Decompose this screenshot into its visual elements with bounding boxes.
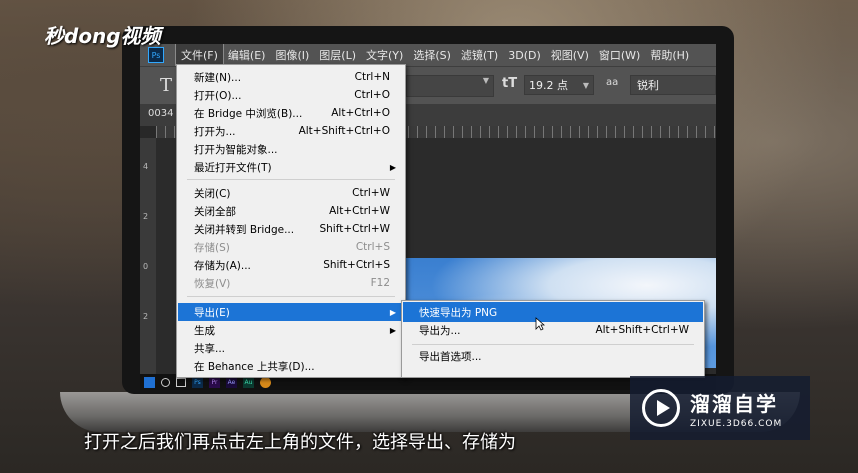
menu-item-export-preferences[interactable]: 导出首选项... xyxy=(403,346,703,366)
antialias-icon: aa xyxy=(606,77,619,88)
chevron-right-icon: ▶ xyxy=(389,307,396,317)
menu-item-browse-bridge[interactable]: 在 Bridge 中浏览(B)... Alt+Ctrl+O xyxy=(178,104,404,122)
menu-item-close-all[interactable]: 关闭全部 Alt+Ctrl+W xyxy=(178,202,404,220)
menu-file[interactable]: 文件(F) xyxy=(175,44,224,67)
font-size-icon: tT xyxy=(502,76,518,91)
play-icon xyxy=(642,389,680,427)
menu-item-share-behance[interactable]: 在 Behance 上共享(D)... xyxy=(178,357,404,375)
menu-item-export[interactable]: 导出(E) ▶ xyxy=(178,303,404,321)
ruler-number: 2 xyxy=(143,312,149,321)
menu-help[interactable]: 帮助(H) xyxy=(645,44,694,66)
photoshop-icon[interactable]: Ps xyxy=(192,376,203,388)
menu-separator xyxy=(187,179,395,180)
menu-item-export-as[interactable]: 导出为... Alt+Shift+Ctrl+W xyxy=(403,320,703,340)
font-size-value: 19.2 点 xyxy=(529,79,568,92)
task-view-icon[interactable] xyxy=(176,377,186,387)
file-menu-dropdown: 新建(N)... Ctrl+N 打开(O)... Ctrl+O 在 Bridge 中… xyxy=(176,64,406,378)
menu-separator xyxy=(412,344,694,345)
menu-3d[interactable]: 3D(D) xyxy=(503,44,546,66)
menu-layer[interactable]: 图层(L) xyxy=(314,44,361,66)
video-subtitle: 打开之后我们再点击左上角的文件，选择导出、存储为 xyxy=(84,432,516,453)
ruler-number: 2 xyxy=(143,212,149,221)
menu-item-open-as[interactable]: 打开为... Alt+Shift+Ctrl+O xyxy=(178,122,404,140)
ruler-number: 4 xyxy=(143,162,149,171)
menu-item-new[interactable]: 新建(N)... Ctrl+N xyxy=(178,68,404,86)
brand-logo: 秒dong视频 xyxy=(44,24,161,48)
vertical-ruler: 4 2 0 2 xyxy=(140,138,156,390)
audition-icon[interactable]: Au xyxy=(243,376,254,388)
menu-item-close[interactable]: 关闭(C) Ctrl+W xyxy=(178,184,404,202)
menu-item-open[interactable]: 打开(O)... Ctrl+O xyxy=(178,86,404,104)
ps-app-icon[interactable]: Ps xyxy=(148,47,164,63)
menu-item-open-smart-object[interactable]: 打开为智能对象... xyxy=(178,140,404,158)
font-style-dropdown[interactable]: ▼ xyxy=(406,75,494,97)
antialias-value: 锐利 xyxy=(637,79,659,92)
menu-separator xyxy=(187,296,395,297)
windows-start-icon[interactable] xyxy=(144,376,155,388)
menu-item-share[interactable]: 共享... xyxy=(178,339,404,357)
document-tab[interactable]: 0034 xyxy=(148,108,173,119)
after-effects-icon[interactable]: Ae xyxy=(226,376,237,388)
watermark-badge: 溜溜自学 ZIXUE.3D66.COM xyxy=(630,376,810,440)
font-size-dropdown[interactable]: 19.2 点 ▼ xyxy=(524,75,594,95)
menu-type[interactable]: 文字(Y) xyxy=(361,44,408,66)
menu-item-quick-export-png[interactable]: 快速导出为 PNG xyxy=(403,302,703,322)
menu-view[interactable]: 视图(V) xyxy=(546,44,594,66)
menu-select[interactable]: 选择(S) xyxy=(408,44,456,66)
menu-image[interactable]: 图像(I) xyxy=(270,44,314,66)
menu-item-close-go-bridge[interactable]: 关闭并转到 Bridge... Shift+Ctrl+W xyxy=(178,220,404,238)
menu-filter[interactable]: 滤镜(T) xyxy=(456,44,503,66)
app-icon[interactable] xyxy=(260,376,271,388)
chevron-down-icon: ▼ xyxy=(482,76,489,85)
antialias-dropdown[interactable]: 锐利 xyxy=(630,75,716,95)
menu-item-revert[interactable]: 恢复(V) F12 xyxy=(178,274,404,292)
menu-window[interactable]: 窗口(W) xyxy=(594,44,645,66)
chevron-down-icon: ▼ xyxy=(582,81,589,90)
menu-item-generate[interactable]: 生成 ▶ xyxy=(178,321,404,339)
menubar: Ps 文件(F) 编辑(E) 图像(I) 图层(L) 文字(Y) 选择(S) 滤… xyxy=(140,44,716,67)
watermark-url: ZIXUE.3D66.COM xyxy=(690,418,783,429)
mouse-cursor-icon xyxy=(535,317,545,331)
menu-item-save-as[interactable]: 存储为(A)... Shift+Ctrl+S xyxy=(178,256,404,274)
menu-item-save[interactable]: 存储(S) Ctrl+S xyxy=(178,238,404,256)
menu-item-recent-files[interactable]: 最近打开文件(T) ▶ xyxy=(178,158,404,176)
premiere-icon[interactable]: Pr xyxy=(209,376,220,388)
menu-edit[interactable]: 编辑(E) xyxy=(223,44,271,66)
ruler-number: 0 xyxy=(143,262,149,271)
chevron-right-icon: ▶ xyxy=(389,325,396,335)
export-submenu: 快速导出为 PNG 导出为... Alt+Shift+Ctrl+W 导出首选项..… xyxy=(401,300,705,378)
search-icon[interactable] xyxy=(161,377,170,387)
type-tool-icon[interactable]: T xyxy=(160,75,172,96)
watermark-title: 溜溜自学 xyxy=(690,391,778,416)
chevron-right-icon: ▶ xyxy=(389,162,396,172)
